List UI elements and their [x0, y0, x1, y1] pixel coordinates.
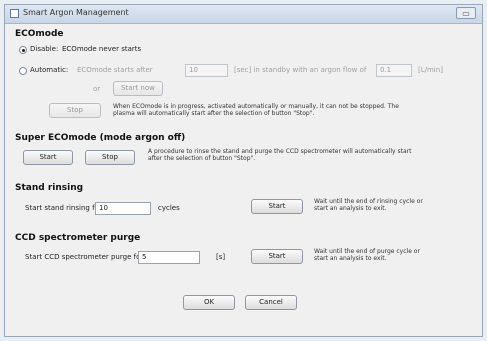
- disable-radio[interactable]: [19, 46, 27, 54]
- ecomode-stop-button[interactable]: Stop: [49, 103, 101, 118]
- dialog-window: Smart Argon Management ▭ ECOmode Disable…: [4, 4, 483, 337]
- purge-seconds-input[interactable]: 5: [138, 251, 200, 264]
- super-stop-button[interactable]: Stop: [85, 150, 135, 165]
- start-now-button[interactable]: Start now: [113, 81, 163, 96]
- or-text: or: [93, 85, 101, 93]
- ccd-start-button[interactable]: Start: [251, 249, 303, 264]
- disable-text: ECOmode never starts: [62, 45, 142, 53]
- super-start-button[interactable]: Start: [23, 150, 73, 165]
- cancel-button[interactable]: Cancel: [245, 295, 297, 310]
- ccd-purge-heading: CCD spectrometer purge: [15, 233, 141, 243]
- window-title: Smart Argon Management: [23, 8, 129, 17]
- disable-label: Disable:: [30, 45, 59, 53]
- title-bar: Smart Argon Management ▭: [5, 5, 482, 24]
- stand-start-button[interactable]: Start: [251, 199, 303, 214]
- ecomode-stop-description: When ECOmode is in progress, activated a…: [113, 103, 399, 117]
- app-icon: [10, 9, 19, 18]
- auto-text-2: [sec] in standby with an argon flow of: [234, 66, 367, 74]
- ok-button[interactable]: OK: [183, 295, 235, 310]
- automatic-radio[interactable]: [19, 67, 27, 75]
- ecomode-heading: ECOmode: [15, 29, 64, 39]
- ccd-purge-label: Start CCD spectrometer purge for: [25, 253, 144, 261]
- stand-rinsing-label: Start stand rinsing for: [25, 204, 102, 212]
- purge-unit: [s]: [216, 253, 226, 261]
- super-ecomode-heading: Super ECOmode (mode argon off): [15, 133, 186, 143]
- argon-flow-input[interactable]: 0.1: [376, 64, 412, 77]
- stand-description: Wait until the end of rinsing cycle or s…: [314, 198, 423, 212]
- automatic-label: Automatic:: [30, 66, 69, 74]
- ccd-description: Wait until the end of purge cycle or sta…: [314, 248, 420, 262]
- auto-text-1: ECOmode starts after: [77, 66, 153, 74]
- close-button[interactable]: ▭: [456, 7, 476, 19]
- super-description: A procedure to rinse the stand and purge…: [148, 148, 412, 162]
- idle-seconds-input[interactable]: 10: [185, 64, 228, 77]
- stand-rinsing-heading: Stand rinsing: [15, 183, 84, 193]
- rinsing-cycles-input[interactable]: 10: [95, 202, 151, 215]
- cycles-unit: cycles: [158, 204, 180, 212]
- flow-unit: [L/min]: [418, 66, 443, 74]
